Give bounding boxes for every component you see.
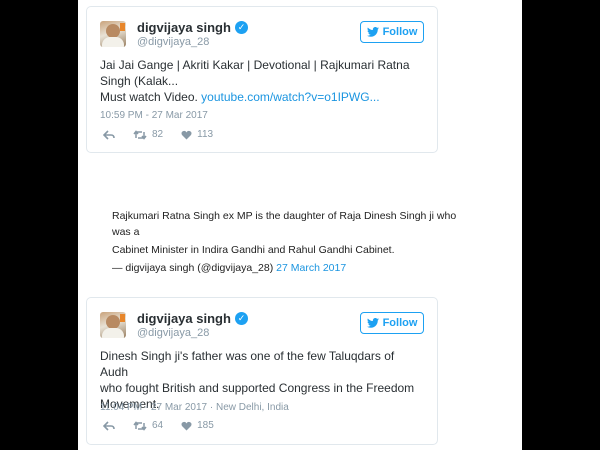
reply-button[interactable] <box>103 420 115 431</box>
twitter-bird-icon <box>366 318 379 328</box>
avatar[interactable] <box>100 312 126 338</box>
retweet-button[interactable]: 64 <box>133 420 163 431</box>
follow-label: Follow <box>382 317 418 329</box>
tweet-card-2[interactable]: digvijaya singh ✓ @digvijaya_28 Follow D… <box>86 297 438 445</box>
retweet-count: 64 <box>152 420 164 431</box>
avatar-face <box>106 315 120 329</box>
quote-author: — digvijaya singh (@digvijaya_28) <box>112 262 277 274</box>
right-black-bar <box>522 0 600 450</box>
left-black-bar <box>0 0 78 450</box>
tweet-text-line: Jai Jai Gange | Akriti Kakar | Devotiona… <box>100 58 410 72</box>
like-count: 113 <box>197 129 214 140</box>
tweet-text-line: who fought British and supported Congres… <box>100 381 415 395</box>
tweet-text-line: Singh (Kalak... <box>100 74 179 88</box>
reply-icon <box>103 420 115 431</box>
quote-attribution: — digvijaya singh (@digvijaya_28) 27 Mar… <box>112 260 472 276</box>
like-button[interactable]: 113 <box>181 129 213 140</box>
quote-date-link[interactable]: 27 March 2017 <box>276 262 346 274</box>
tweet-actions: 82 113 <box>103 129 213 140</box>
reply-button[interactable] <box>103 129 115 140</box>
youtube-link[interactable]: youtube.com/watch?v=o1IPWG... <box>201 90 379 104</box>
quote-line: Rajkumari Ratna Singh ex MP is the daugh… <box>112 210 457 238</box>
reply-icon <box>103 129 115 140</box>
avatar-shirt <box>102 37 124 47</box>
flag-decoration <box>120 314 125 322</box>
like-icon <box>181 421 192 430</box>
verified-icon: ✓ <box>235 21 248 34</box>
display-name[interactable]: digvijaya singh <box>137 311 231 326</box>
tweet-card-1[interactable]: digvijaya singh ✓ @digvijaya_28 Follow J… <box>86 6 438 153</box>
avatar-face <box>106 24 120 38</box>
user-handle[interactable]: @digvijaya_28 <box>137 36 209 48</box>
tweet-actions: 64 185 <box>103 420 214 431</box>
retweet-icon <box>133 129 147 140</box>
retweet-icon <box>133 420 147 431</box>
tweet-text-line: Dinesh Singh ji's father was one of the … <box>100 349 395 379</box>
retweet-count: 82 <box>152 129 164 140</box>
page: digvijaya singh ✓ @digvijaya_28 Follow J… <box>78 0 522 450</box>
embedded-quote: Rajkumari Ratna Singh ex MP is the daugh… <box>112 208 472 276</box>
twitter-bird-icon <box>366 27 379 37</box>
display-name[interactable]: digvijaya singh <box>137 20 231 35</box>
follow-label: Follow <box>382 26 418 38</box>
timestamp[interactable]: 10:59 PM - 27 Mar 2017 <box>100 110 208 121</box>
verified-icon: ✓ <box>235 312 248 325</box>
follow-button[interactable]: Follow <box>360 21 424 43</box>
like-button[interactable]: 185 <box>181 420 214 431</box>
retweet-button[interactable]: 82 <box>133 129 163 140</box>
tweet-text: Jai Jai Gange | Akriti Kakar | Devotiona… <box>100 57 420 105</box>
timestamp-location[interactable]: 11:04 PM - 27 Mar 2017 · New Delhi, Indi… <box>100 402 289 413</box>
user-handle[interactable]: @digvijaya_28 <box>137 327 209 339</box>
avatar-shirt <box>102 328 124 338</box>
tweet-text-line: Must watch Video. youtube.com/watch?v=o1… <box>100 89 420 105</box>
tweet-text-prefix: Must watch Video. <box>100 90 202 104</box>
flag-decoration <box>120 23 125 31</box>
like-count: 185 <box>197 420 214 431</box>
quote-line: Cabinet Minister in Indira Gandhi and Ra… <box>112 244 395 256</box>
avatar[interactable] <box>100 21 126 47</box>
follow-button[interactable]: Follow <box>360 312 424 334</box>
like-icon <box>181 130 192 139</box>
